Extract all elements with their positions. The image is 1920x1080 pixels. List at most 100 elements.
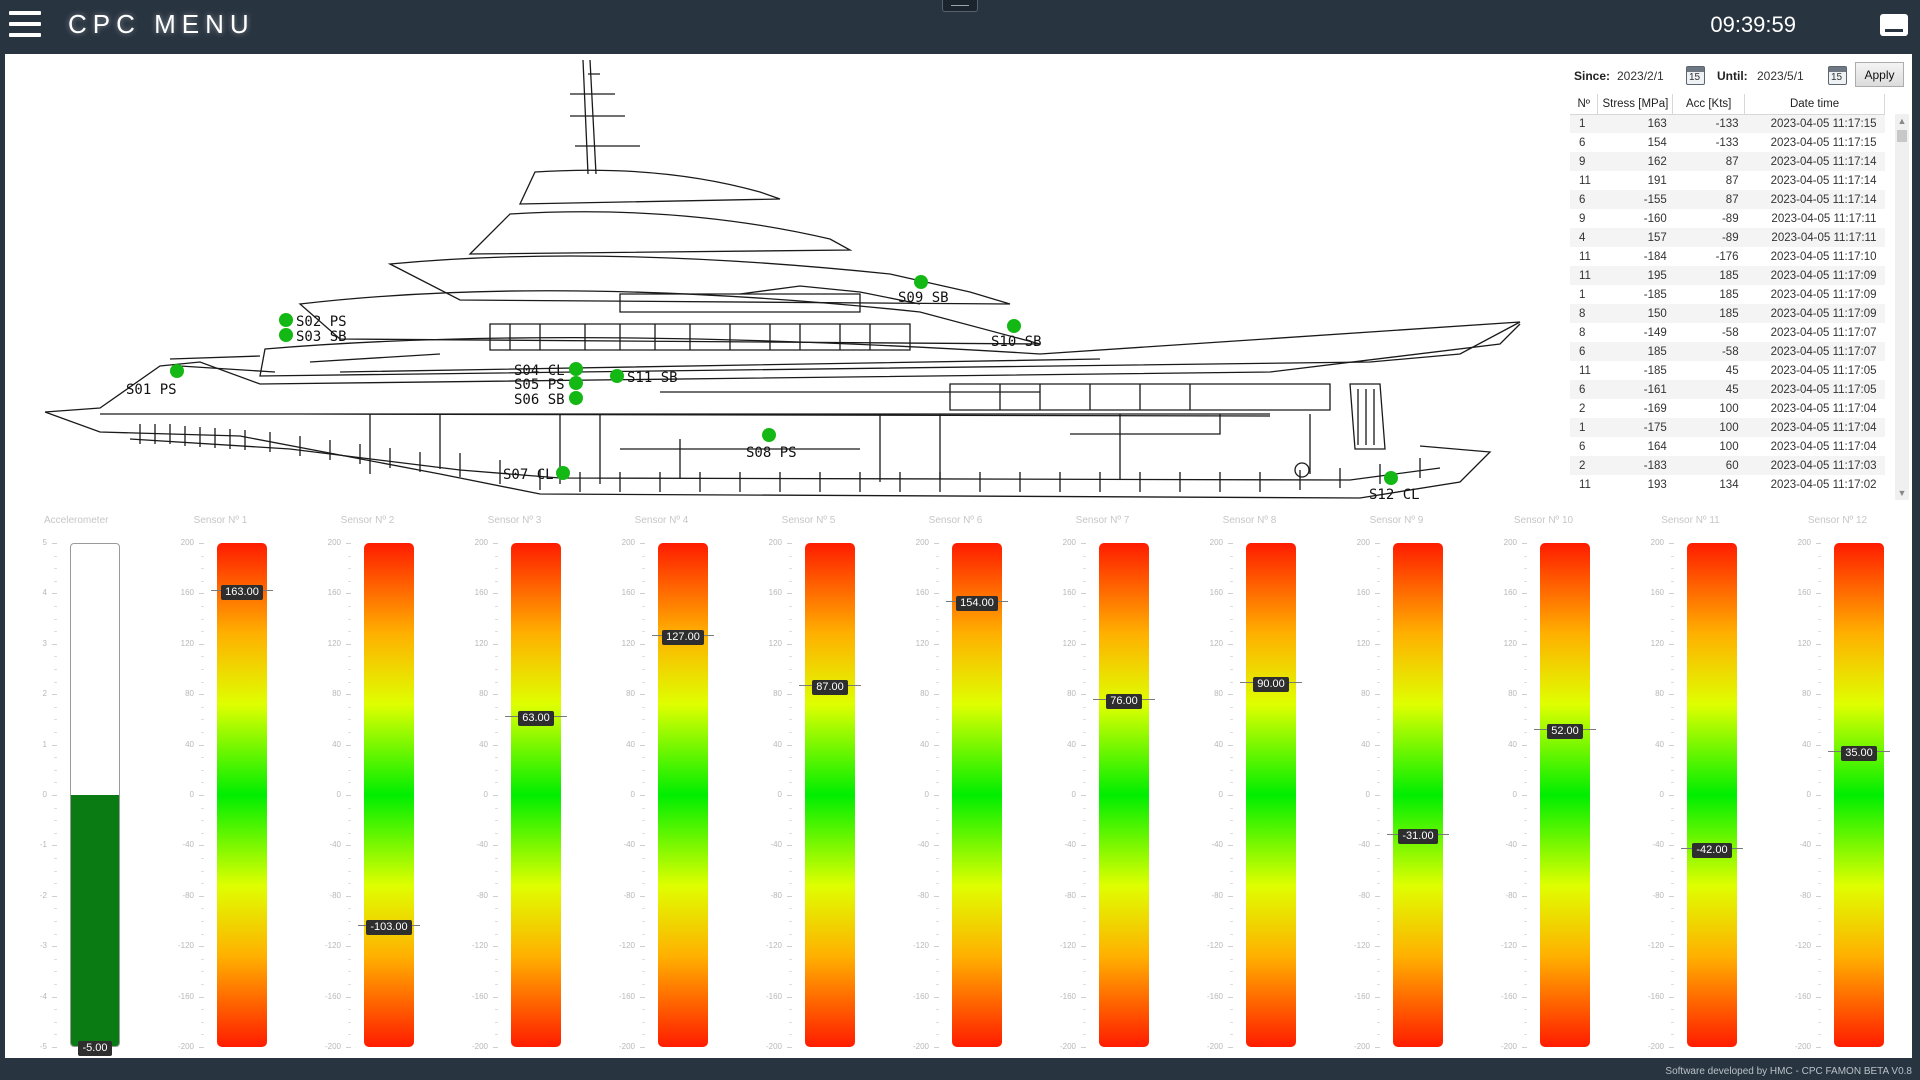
scale-minor-tick: [1230, 1034, 1233, 1036]
since-calendar-icon[interactable]: 15: [1686, 66, 1705, 85]
stress-gradient-bar: [805, 543, 855, 1047]
table-row[interactable]: 6 185 -58 2023-04-05 11:17:07: [1570, 342, 1885, 361]
scale-minor-tick: [1083, 631, 1086, 633]
column-header-datetime[interactable]: Date time: [1744, 94, 1885, 115]
scale-minor-tick: [1818, 807, 1821, 809]
scale-minor-tick: [936, 807, 939, 809]
scale-minor-tick: [495, 1009, 498, 1011]
sensor-marker-s03[interactable]: S03 SB: [279, 328, 347, 345]
scale-minor-tick: [642, 1009, 645, 1011]
events-table[interactable]: Nº Stress [MPa] Acc [Kts] Date time 1 163…: [1570, 94, 1895, 498]
scale-tick: [346, 795, 351, 796]
sensor-markers: S01 PS S02 PS S03 SB S04 CL S05 PS S06 S…: [126, 275, 1420, 500]
scale-tick: [493, 744, 498, 746]
table-row[interactable]: 1 -175 100 2023-04-05 11:17:04: [1570, 418, 1885, 437]
scale-label: 80: [185, 689, 194, 699]
hamburger-menu-icon[interactable]: [9, 11, 41, 38]
column-header-number[interactable]: Nº: [1570, 94, 1599, 115]
drawer-handle[interactable]: [942, 0, 978, 12]
scroll-thumb[interactable]: [1897, 130, 1907, 142]
scale-minor-tick: [54, 580, 57, 582]
cell-number: 1: [1570, 114, 1598, 133]
column-header-stress[interactable]: Stress [MPa]: [1597, 94, 1674, 115]
table-row[interactable]: 6 154 -133 2023-04-05 11:17:15: [1570, 133, 1885, 152]
sensor-marker-s11[interactable]: S11 SB: [610, 369, 678, 386]
scroll-up-arrow-icon[interactable]: ▲: [1895, 114, 1909, 128]
scale-tick: [1228, 946, 1233, 948]
gauge-title: Sensor Nº 10: [1513, 515, 1574, 526]
scale-minor-tick: [1524, 580, 1527, 582]
gauge-scale: 200 160 120 80 40 0 -40 -80 -120 -160 -200: [588, 539, 650, 1051]
since-date-field[interactable]: 2023/2/1: [1617, 69, 1664, 83]
table-row[interactable]: 11 193 134 2023-04-05 11:17:02: [1570, 475, 1885, 494]
cell-acc: 100: [1719, 402, 1739, 415]
scale-minor-tick: [201, 618, 204, 620]
gauge-scale: 200 160 120 80 40 0 -40 -80 -120 -160 -200: [1470, 539, 1532, 1051]
sensor-marker-s08[interactable]: S08 PS: [746, 428, 797, 461]
table-row[interactable]: 11 -185 45 2023-04-05 11:17:05: [1570, 361, 1885, 380]
table-row[interactable]: 11 -184 -176 2023-04-05 11:17:10: [1570, 247, 1885, 266]
scale-minor-tick: [1671, 555, 1674, 557]
scale-minor-tick: [201, 706, 204, 708]
scale-minor-tick: [201, 1034, 204, 1036]
scale-minor-tick: [1230, 618, 1233, 620]
table-row[interactable]: 6 164 100 2023-04-05 11:17:04: [1570, 437, 1885, 456]
stress-gradient-bar: [217, 543, 267, 1047]
until-calendar-icon[interactable]: 15: [1828, 66, 1847, 85]
table-row[interactable]: 11 195 185 2023-04-05 11:17:09: [1570, 266, 1885, 285]
scale-tick: [346, 1047, 351, 1048]
scroll-down-arrow-icon[interactable]: ▼: [1895, 486, 1909, 500]
cell-number: 11: [1579, 174, 1591, 187]
scale-tick: [493, 845, 498, 847]
scale-tick: [1081, 1047, 1086, 1048]
stress-gauge-11: Sensor Nº 11 200 160 120 80 40 0 -40 -80 -120 -160…: [1617, 508, 1764, 1058]
scale-minor-tick: [54, 820, 57, 822]
scale-minor-tick: [642, 933, 645, 935]
sensor-marker-s10[interactable]: S10 SB: [991, 319, 1042, 350]
table-row[interactable]: 8 150 185 2023-04-05 11:17:09: [1570, 304, 1885, 323]
table-scrollbar[interactable]: ▲ ▼: [1895, 114, 1909, 500]
table-row[interactable]: 2 -183 60 2023-04-05 11:17:03: [1570, 456, 1885, 475]
table-row[interactable]: 1 163 -133 2023-04-05 11:17:15: [1570, 114, 1885, 133]
table-row[interactable]: 6 -155 87 2023-04-05 11:17:14: [1570, 190, 1885, 209]
scale-minor-tick: [936, 618, 939, 620]
scale-minor-tick: [1377, 1034, 1380, 1036]
table-row[interactable]: 8 -149 -58 2023-04-05 11:17:07: [1570, 323, 1885, 342]
scale-minor-tick: [1083, 618, 1086, 620]
apply-button[interactable]: Apply: [1855, 62, 1904, 87]
sensor-marker-s09[interactable]: S09 SB: [898, 275, 949, 306]
table-row[interactable]: 6 -161 45 2023-04-05 11:17:05: [1570, 380, 1885, 399]
gauge-value-label: 63.00: [505, 708, 567, 726]
accelerometer-fill: [71, 795, 119, 1046]
scale-minor-tick: [1524, 984, 1527, 985]
scale-tick: [1081, 543, 1086, 544]
sensor-marker-s05[interactable]: S05 PS: [514, 376, 583, 393]
scale-label: 80: [332, 689, 341, 699]
scale-minor-tick: [1083, 1021, 1086, 1023]
sensor-marker-s02[interactable]: S02 PS: [279, 313, 347, 330]
until-label: Until:: [1717, 69, 1748, 83]
table-row[interactable]: 4 157 -89 2023-04-05 11:17:11: [1570, 228, 1885, 247]
until-date-field[interactable]: 2023/5/1: [1757, 69, 1804, 83]
scale-label: 40: [1361, 739, 1370, 749]
scale-minor-tick: [54, 706, 57, 708]
sensor-marker-s12[interactable]: S12 CL: [1369, 471, 1420, 500]
scale-minor-tick: [1377, 732, 1380, 733]
column-header-acc[interactable]: Acc [Kts]: [1672, 94, 1746, 115]
table-row[interactable]: 11 191 87 2023-04-05 11:17:14: [1570, 171, 1885, 190]
cell-acc: 87: [1672, 152, 1745, 171]
minimize-button[interactable]: [1880, 14, 1908, 36]
scale-label: -2: [39, 890, 47, 900]
scale-minor-tick: [1230, 631, 1233, 633]
sensor-marker-s06[interactable]: S06 SB: [514, 391, 583, 408]
scale-minor-tick: [1524, 706, 1527, 708]
table-row[interactable]: 9 -160 -89 2023-04-05 11:17:11: [1570, 209, 1885, 228]
table-row[interactable]: 2 -169 100 2023-04-05 11:17:04: [1570, 399, 1885, 418]
scale-label: -80: [1505, 890, 1517, 900]
table-row[interactable]: 9 162 87 2023-04-05 11:17:14: [1570, 152, 1885, 171]
scale-minor-tick: [348, 606, 351, 607]
scale-tick: [1522, 895, 1527, 897]
scale-minor-tick: [1671, 631, 1674, 633]
table-row[interactable]: 1 -185 185 2023-04-05 11:17:09: [1570, 285, 1885, 304]
cell-datetime: 2023-04-05 11:17:09: [1744, 266, 1885, 285]
